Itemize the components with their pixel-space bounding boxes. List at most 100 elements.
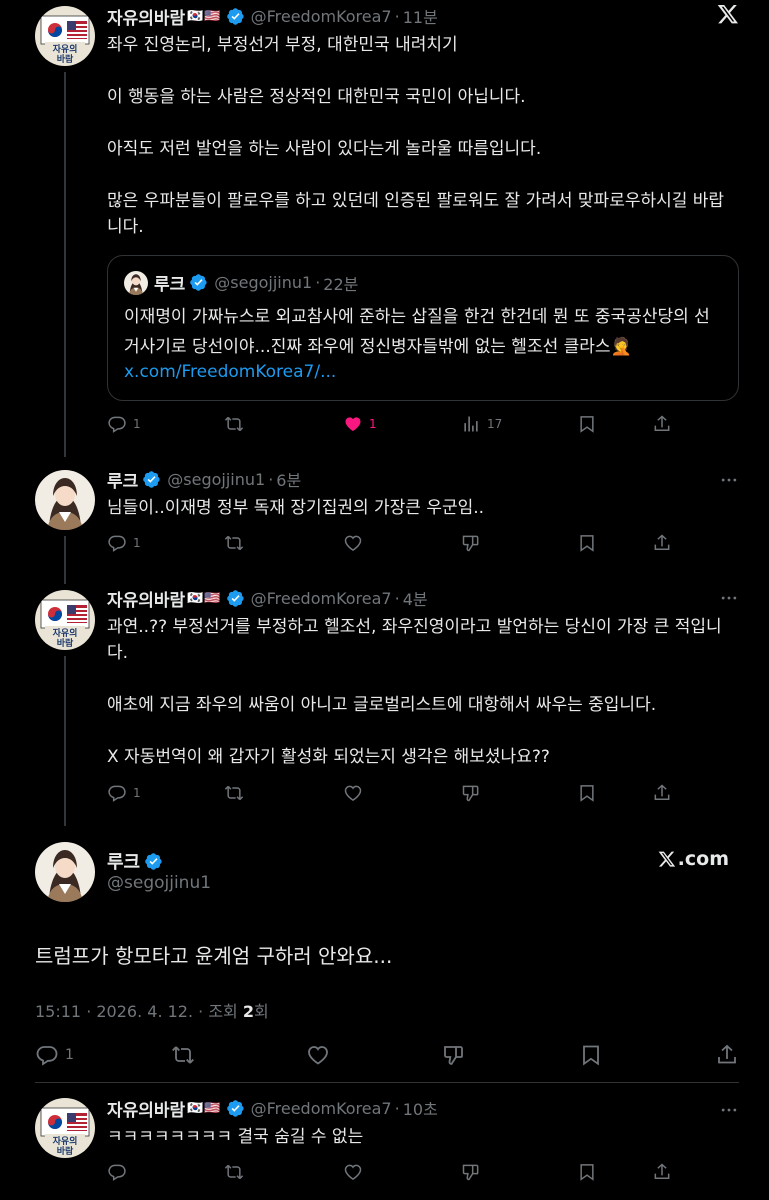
action-bar: 1 xyxy=(35,1043,740,1069)
retweet-button[interactable] xyxy=(224,1162,244,1182)
user-handle[interactable]: @FreedomKorea7 xyxy=(251,1099,392,1118)
verified-badge-icon xyxy=(226,1099,245,1118)
share-icon xyxy=(652,533,672,553)
retweet-icon xyxy=(224,414,244,434)
display-name[interactable]: 자유의바람 xyxy=(107,1096,185,1121)
meta-time[interactable]: 15:11 · 2026. 4. 12. · 조회 xyxy=(35,1002,243,1021)
retweet-icon xyxy=(171,1043,195,1067)
quote-link[interactable]: x.com/FreedomKorea7/... xyxy=(124,362,336,382)
bookmark-button[interactable] xyxy=(577,533,597,553)
more-icon[interactable] xyxy=(719,588,739,608)
avatar[interactable] xyxy=(35,590,95,650)
bookmark-icon xyxy=(577,1162,597,1182)
reply-icon xyxy=(107,414,127,434)
user-handle[interactable]: @FreedomKorea7 xyxy=(251,7,392,26)
x-com-link[interactable]: .com xyxy=(658,848,729,870)
thread-line xyxy=(64,536,66,584)
reply-count: 1 xyxy=(133,536,141,550)
like-icon xyxy=(343,533,363,553)
reply-button[interactable]: 1 xyxy=(107,533,141,553)
display-name[interactable]: 자유의바람 xyxy=(107,586,185,611)
display-name[interactable]: 루크 xyxy=(107,848,140,874)
like-icon xyxy=(343,1162,363,1182)
flag-emoji: 🇰🇷🇺🇸 xyxy=(187,590,222,606)
quote-tweet[interactable]: 루크 @segojjinu1 · 22분 이재명이 가짜뉴스로 외교참사에 준하… xyxy=(107,255,739,401)
avatar[interactable] xyxy=(35,1098,95,1158)
reply-button[interactable] xyxy=(107,1162,127,1182)
user-handle: @segojjinu1 xyxy=(214,273,313,292)
reply-icon xyxy=(35,1043,59,1067)
display-name[interactable]: 자유의바람 xyxy=(107,4,185,29)
retweet-icon xyxy=(224,783,244,803)
tweet-header: 자유의바람 🇰🇷🇺🇸 @FreedomKorea7 · 11분 xyxy=(107,4,438,29)
meta-suffix: 회 xyxy=(253,1002,269,1021)
bookmark-button[interactable] xyxy=(577,414,597,434)
tweet-header: 자유의바람 🇰🇷🇺🇸 @FreedomKorea7 · 4분 xyxy=(107,586,428,611)
user-handle[interactable]: @segojjinu1 xyxy=(167,470,265,489)
tweet-header: 루크 @segojjinu1 · 6분 xyxy=(107,467,301,492)
flag-emoji: 🇰🇷🇺🇸 xyxy=(187,8,222,24)
like-button[interactable]: 1 xyxy=(343,414,377,434)
thread-line xyxy=(64,656,66,826)
bookmark-button[interactable] xyxy=(577,1162,597,1182)
retweet-icon xyxy=(224,533,244,553)
verified-badge-icon xyxy=(226,7,245,26)
view-count: 2 xyxy=(242,1002,254,1021)
reply-count: 1 xyxy=(65,1047,74,1063)
dislike-button[interactable] xyxy=(461,1162,481,1182)
bookmark-button[interactable] xyxy=(579,1043,603,1067)
share-icon xyxy=(652,1162,672,1182)
timestamp[interactable]: 10초 xyxy=(403,1096,438,1120)
reply-icon xyxy=(107,1162,127,1182)
user-handle[interactable]: @FreedomKorea7 xyxy=(251,589,392,608)
avatar[interactable] xyxy=(35,842,95,902)
tweet-text: 좌우 진영논리, 부정선거 부정, 대한민국 내려치기 이 행동을 하는 사람은… xyxy=(107,35,725,237)
dislike-button[interactable] xyxy=(442,1043,466,1067)
more-icon[interactable] xyxy=(719,1100,739,1120)
like-button[interactable] xyxy=(343,783,363,803)
like-icon xyxy=(306,1043,330,1067)
views-icon xyxy=(461,414,481,434)
like-button[interactable] xyxy=(343,533,363,553)
user-handle[interactable]: @segojjinu1 xyxy=(107,873,211,893)
action-bar: 1 xyxy=(107,783,677,807)
quote-header: 루크 @segojjinu1 · 22분 xyxy=(124,270,358,295)
timestamp[interactable]: 11분 xyxy=(403,4,438,28)
verified-badge-icon xyxy=(226,589,245,608)
share-button[interactable] xyxy=(715,1043,739,1067)
avatar xyxy=(124,271,148,295)
views-button[interactable]: 17 xyxy=(461,414,502,434)
flag-emoji: 🇰🇷🇺🇸 xyxy=(187,1100,222,1116)
like-button[interactable] xyxy=(343,1162,363,1182)
avatar[interactable] xyxy=(35,6,95,66)
reply-button[interactable]: 1 xyxy=(107,414,141,434)
dislike-button[interactable] xyxy=(461,533,481,553)
like-button[interactable] xyxy=(306,1043,330,1067)
like-icon xyxy=(343,414,363,434)
x-logo-icon[interactable] xyxy=(717,3,739,25)
avatar[interactable] xyxy=(35,470,95,530)
timestamp: 22분 xyxy=(323,274,359,294)
share-button[interactable] xyxy=(652,414,672,434)
dislike-button[interactable] xyxy=(461,783,481,803)
retweet-button[interactable] xyxy=(224,783,244,803)
share-button[interactable] xyxy=(652,783,672,803)
display-name[interactable]: 루크 xyxy=(107,467,138,492)
timestamp[interactable]: 4분 xyxy=(403,586,428,610)
retweet-button[interactable] xyxy=(171,1043,195,1067)
retweet-button[interactable] xyxy=(224,414,244,434)
reply-count: 1 xyxy=(133,786,141,800)
action-bar: 1 xyxy=(107,533,677,557)
dislike-icon xyxy=(461,783,481,803)
retweet-button[interactable] xyxy=(224,533,244,553)
share-button[interactable] xyxy=(652,1162,672,1182)
share-button[interactable] xyxy=(652,533,672,553)
dislike-icon xyxy=(442,1043,466,1067)
reply-button[interactable]: 1 xyxy=(107,783,141,803)
like-icon xyxy=(343,783,363,803)
bookmark-button[interactable] xyxy=(577,783,597,803)
reply-button[interactable]: 1 xyxy=(35,1043,74,1067)
timestamp[interactable]: 6분 xyxy=(276,467,301,491)
thread-line xyxy=(64,72,66,457)
more-icon[interactable] xyxy=(719,470,739,490)
